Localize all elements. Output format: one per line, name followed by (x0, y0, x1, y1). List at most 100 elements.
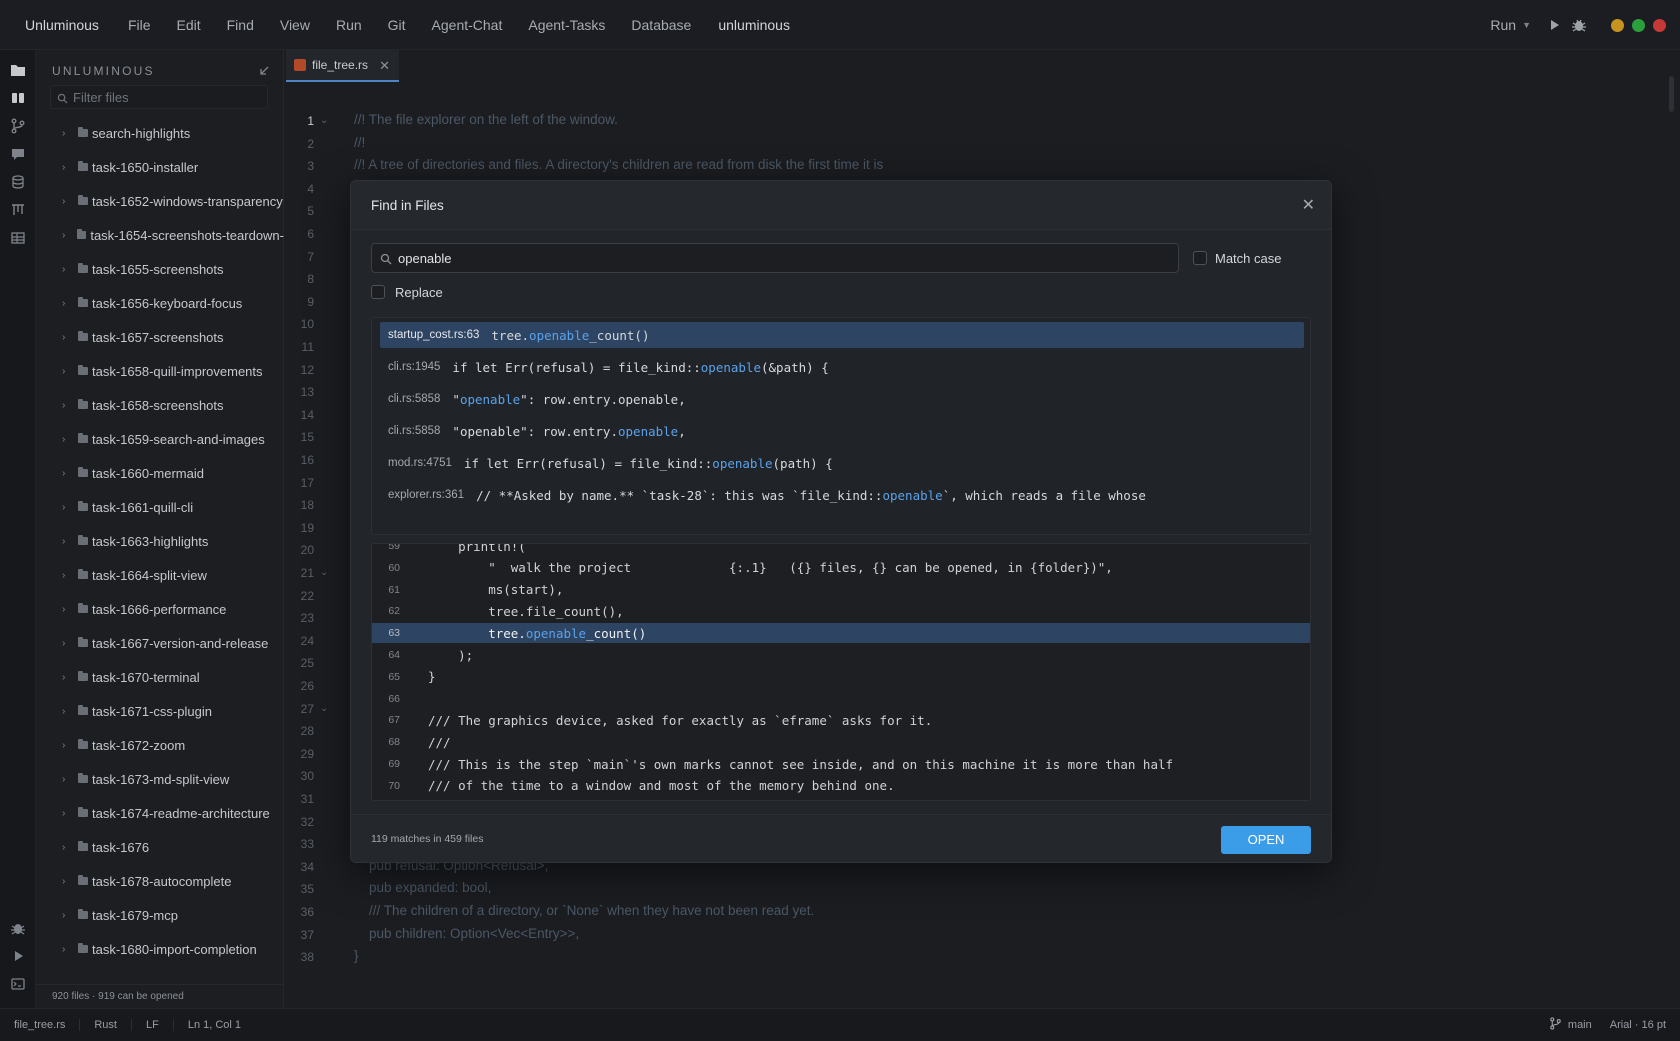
tree-item[interactable]: › task-1659-search-and-images (36, 422, 284, 456)
chevron-right-icon[interactable]: › (62, 502, 72, 513)
bug-icon[interactable] (10, 920, 26, 936)
fold-chevron-icon[interactable]: ⌄ (320, 115, 328, 126)
chat-icon[interactable] (10, 146, 26, 162)
tree-item[interactable]: › task-1654-screenshots-teardown- (36, 218, 284, 252)
chevron-right-icon[interactable]: › (62, 536, 72, 547)
chevron-right-icon[interactable]: › (62, 196, 72, 207)
chevron-right-icon[interactable]: › (62, 774, 72, 785)
menu-file[interactable]: File (115, 17, 164, 33)
menu-run[interactable]: Run (323, 17, 375, 33)
filter-files-input[interactable] (73, 88, 263, 106)
menu-agent-chat[interactable]: Agent-Chat (419, 17, 516, 33)
chevron-right-icon[interactable]: › (62, 434, 72, 445)
fold-chevron-icon[interactable]: ⌄ (320, 567, 328, 578)
chevron-right-icon[interactable]: › (62, 638, 72, 649)
bug-icon[interactable] (1571, 17, 1587, 33)
chevron-right-icon[interactable]: › (62, 332, 72, 343)
result-row[interactable]: mod.rs:4751 if let Err(refusal) = file_ki… (380, 450, 1304, 476)
chevron-right-icon[interactable]: › (62, 910, 72, 921)
chevron-right-icon[interactable]: › (62, 128, 72, 139)
menu-find[interactable]: Find (214, 17, 267, 33)
result-row[interactable] (380, 514, 1304, 534)
tree-item[interactable]: › task-1661-quill-cli (36, 490, 284, 524)
search-input[interactable] (398, 248, 1168, 268)
result-row[interactable]: cli.rs:5858 "openable": row.entry.openabl… (380, 418, 1304, 444)
chevron-right-icon[interactable]: › (62, 876, 72, 887)
minimize-button[interactable] (1611, 18, 1624, 32)
result-row[interactable]: explorer.rs:361 // **Asked by name.** `ta… (380, 482, 1304, 508)
chevron-right-icon[interactable]: › (62, 162, 72, 173)
chevron-right-icon[interactable]: › (62, 570, 72, 581)
menu-agent-tasks[interactable]: Agent-Tasks (515, 17, 618, 33)
tree-item[interactable]: › task-1656-keyboard-focus (36, 286, 284, 320)
search-field[interactable] (371, 243, 1179, 273)
result-row[interactable]: cli.rs:1945 if let Err(refusal) = file_ki… (380, 354, 1304, 380)
tree-item[interactable]: › task-1652-windows-transparency (36, 184, 284, 218)
tree-item[interactable]: › task-1660-mermaid (36, 456, 284, 490)
chevron-right-icon[interactable]: › (62, 298, 72, 309)
chevron-right-icon[interactable]: › (62, 672, 72, 683)
tree-item[interactable]: › task-1650-installer (36, 150, 284, 184)
tree-item[interactable]: › task-1676 (36, 830, 284, 864)
tab-file-tree-rs[interactable]: file_tree.rs ✕ (286, 50, 399, 82)
close-icon[interactable]: ✕ (1302, 195, 1315, 215)
tree-item[interactable]: › task-1671-css-plugin (36, 694, 284, 728)
chevron-right-icon[interactable]: › (62, 944, 72, 955)
filter-files-field[interactable] (50, 85, 268, 109)
git-branch-icon[interactable] (10, 118, 26, 134)
maximize-button[interactable] (1632, 18, 1645, 32)
collapse-icon[interactable] (258, 64, 270, 76)
tree-item[interactable]: › search-highlights (36, 116, 284, 150)
close-window-button[interactable] (1653, 18, 1666, 32)
tree-item[interactable]: › task-1678-autocomplete (36, 864, 284, 898)
tree-item[interactable]: › task-1670-terminal (36, 660, 284, 694)
database-icon[interactable] (10, 174, 26, 190)
tree-item[interactable]: › task-1673-md-split-view (36, 762, 284, 796)
match-case-checkbox[interactable] (1193, 251, 1207, 265)
close-tab-icon[interactable]: ✕ (379, 58, 390, 74)
fold-chevron-icon[interactable]: ⌄ (320, 703, 328, 714)
chevron-right-icon[interactable]: › (62, 366, 72, 377)
status-font[interactable]: Arial · 16 pt (1610, 1019, 1666, 1031)
tasks-icon[interactable] (10, 202, 26, 218)
result-row[interactable]: cli.rs:5858 "openable": row.entry.openabl… (380, 386, 1304, 412)
tree-item[interactable]: › task-1666-performance (36, 592, 284, 626)
status-cursor-position[interactable]: Ln 1, Col 1 (174, 1019, 255, 1031)
status-branch[interactable]: main (1568, 1019, 1592, 1031)
tree-item[interactable]: › task-1664-split-view (36, 558, 284, 592)
table-icon[interactable] (10, 230, 26, 246)
chevron-right-icon[interactable]: › (62, 400, 72, 411)
run-config-dropdown[interactable]: Run (1490, 17, 1516, 33)
tree-item[interactable]: › task-1655-screenshots (36, 252, 284, 286)
tree-item[interactable]: › task-1672-zoom (36, 728, 284, 762)
chevron-right-icon[interactable]: › (62, 706, 72, 717)
chevron-right-icon[interactable]: › (62, 740, 72, 751)
chevron-right-icon[interactable]: › (62, 604, 72, 615)
editor-scrollbar[interactable] (1669, 76, 1674, 112)
status-language[interactable]: Rust (80, 1018, 132, 1031)
menu-git[interactable]: Git (375, 17, 419, 33)
run-icon[interactable] (10, 948, 26, 964)
play-icon[interactable] (1551, 20, 1559, 30)
status-eol[interactable]: LF (132, 1018, 174, 1031)
split-view-icon[interactable] (10, 90, 26, 106)
chevron-right-icon[interactable]: › (62, 842, 72, 853)
result-row[interactable]: startup_cost.rs:63 tree.openable_count() (380, 322, 1304, 348)
menu-database[interactable]: Database (618, 17, 704, 33)
tree-item[interactable]: › task-1658-quill-improvements (36, 354, 284, 388)
chevron-right-icon[interactable]: › (62, 468, 72, 479)
chevron-down-icon[interactable]: ▼ (1522, 20, 1531, 30)
tree-item[interactable]: › task-1679-mcp (36, 898, 284, 932)
chevron-right-icon[interactable]: › (62, 264, 72, 275)
tree-item[interactable]: › task-1657-screenshots (36, 320, 284, 354)
explorer-icon[interactable] (10, 62, 26, 78)
tree-item[interactable]: › task-1680-import-completion (36, 932, 284, 966)
tree-item[interactable]: › task-1667-version-and-release (36, 626, 284, 660)
chevron-right-icon[interactable]: › (62, 808, 72, 819)
tree-item[interactable]: › task-1658-screenshots (36, 388, 284, 422)
tree-item[interactable]: › task-1674-readme-architecture (36, 796, 284, 830)
menu-edit[interactable]: Edit (164, 17, 214, 33)
chevron-right-icon[interactable]: › (62, 230, 71, 241)
open-button[interactable]: OPEN (1221, 826, 1311, 854)
menu-view[interactable]: View (267, 17, 323, 33)
